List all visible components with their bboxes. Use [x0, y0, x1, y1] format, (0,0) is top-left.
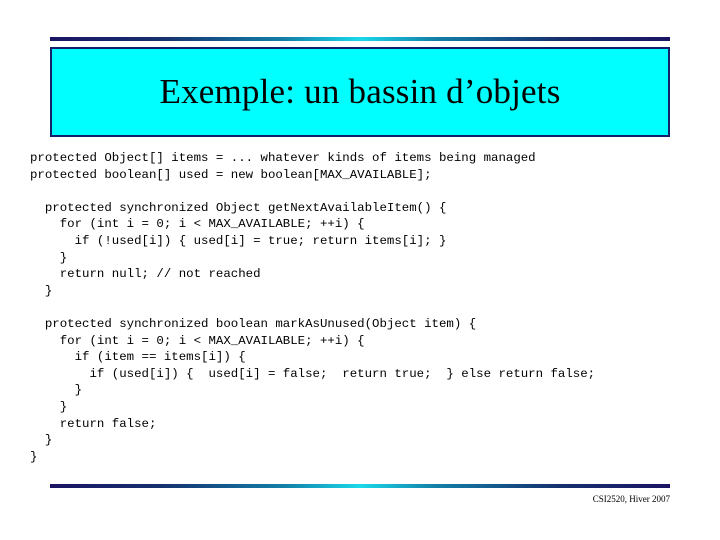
title-box: Exemple: un bassin d’objets [50, 47, 670, 137]
divider-bottom [50, 484, 670, 488]
code-line: for (int i = 0; i < MAX_AVAILABLE; ++i) … [30, 217, 365, 232]
code-line: if (!used[i]) { used[i] = true; return i… [30, 233, 447, 248]
code-line: protected synchronized boolean markAsUnu… [30, 316, 477, 331]
code-line: for (int i = 0; i < MAX_AVAILABLE; ++i) … [30, 333, 365, 348]
code-line: } [30, 433, 53, 448]
code-line: } [30, 449, 38, 464]
slide: Exemple: un bassin d’objets protected Ob… [0, 0, 720, 540]
code-line: if (used[i]) { used[i] = false; return t… [30, 366, 596, 381]
code-line: protected Object[] items = ... whatever … [30, 151, 536, 165]
code-line: if (item == items[i]) { [30, 350, 246, 365]
code-line: return null; // not reached [30, 267, 261, 282]
code-line: return false; [30, 416, 157, 431]
code-line: protected synchronized Object getNextAva… [30, 200, 447, 215]
page-title: Exemple: un bassin d’objets [159, 71, 561, 111]
code-line: } [30, 283, 53, 298]
code-line: } [30, 399, 68, 414]
code-line: protected boolean[] used = new boolean[M… [30, 167, 432, 182]
code-block: protected Object[] items = ... whatever … [30, 150, 710, 465]
code-line: } [30, 250, 68, 265]
code-line: } [30, 383, 83, 398]
footer-text: CSI2520, Hiver 2007 [592, 494, 670, 504]
divider-top [50, 37, 670, 41]
